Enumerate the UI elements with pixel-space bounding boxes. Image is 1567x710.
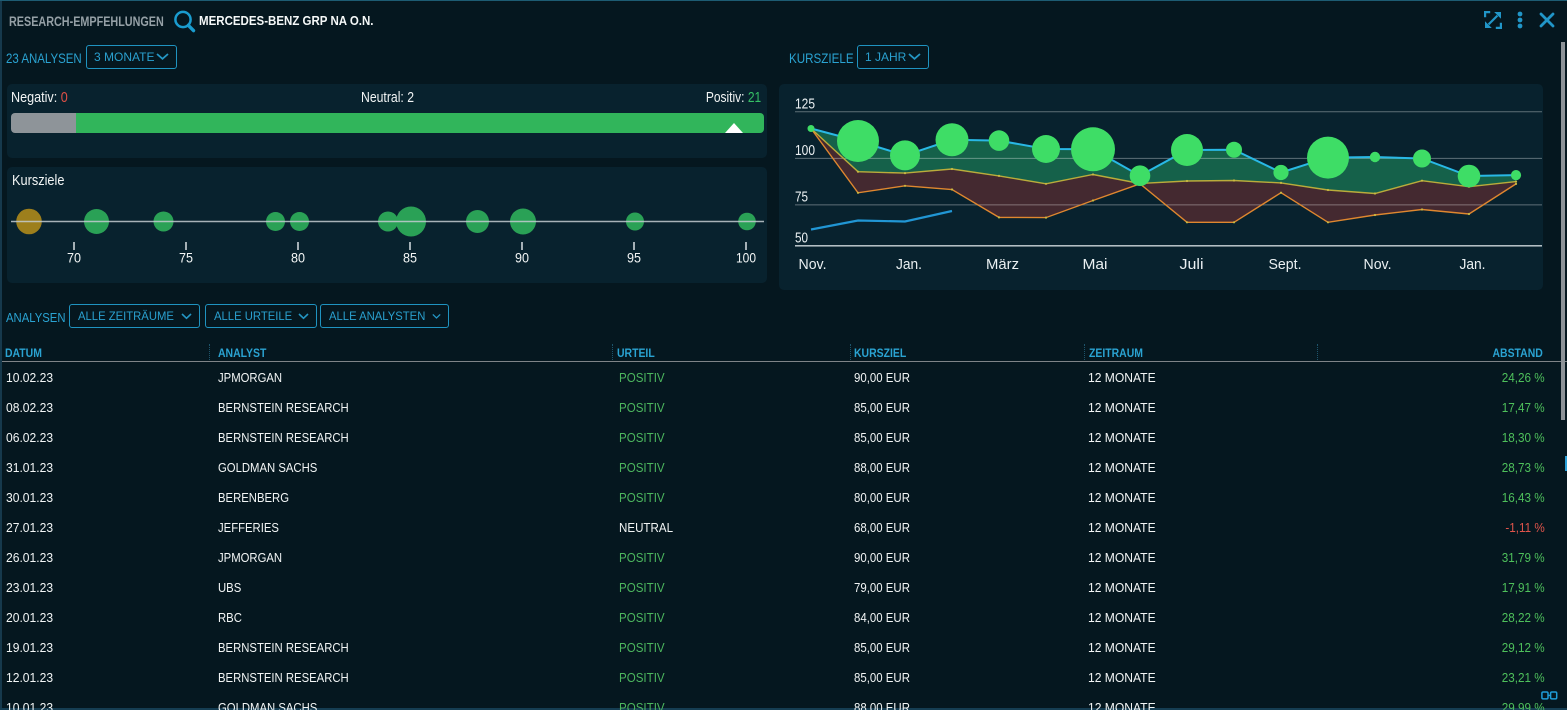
svg-text:75: 75 (179, 250, 193, 266)
svg-text:Nov.: Nov. (1364, 256, 1392, 273)
svg-text:90: 90 (515, 250, 529, 266)
svg-text:März: März (986, 256, 1019, 273)
svg-text:50: 50 (795, 231, 808, 247)
svg-text:Jan.: Jan. (896, 256, 922, 273)
svg-text:75: 75 (795, 190, 808, 206)
svg-text:100: 100 (736, 250, 756, 266)
svg-text:95: 95 (627, 250, 641, 266)
svg-text:70: 70 (67, 250, 81, 266)
svg-text:Nov.: Nov. (799, 256, 827, 273)
svg-text:Mai: Mai (1083, 256, 1108, 273)
svg-text:Sept.: Sept. (1269, 256, 1302, 273)
svg-text:85: 85 (403, 250, 417, 266)
svg-text:Juli: Juli (1180, 256, 1204, 273)
svg-text:80: 80 (291, 250, 305, 266)
svg-text:100: 100 (795, 143, 815, 159)
svg-text:125: 125 (795, 97, 815, 113)
svg-text:Jan.: Jan. (1460, 256, 1486, 273)
